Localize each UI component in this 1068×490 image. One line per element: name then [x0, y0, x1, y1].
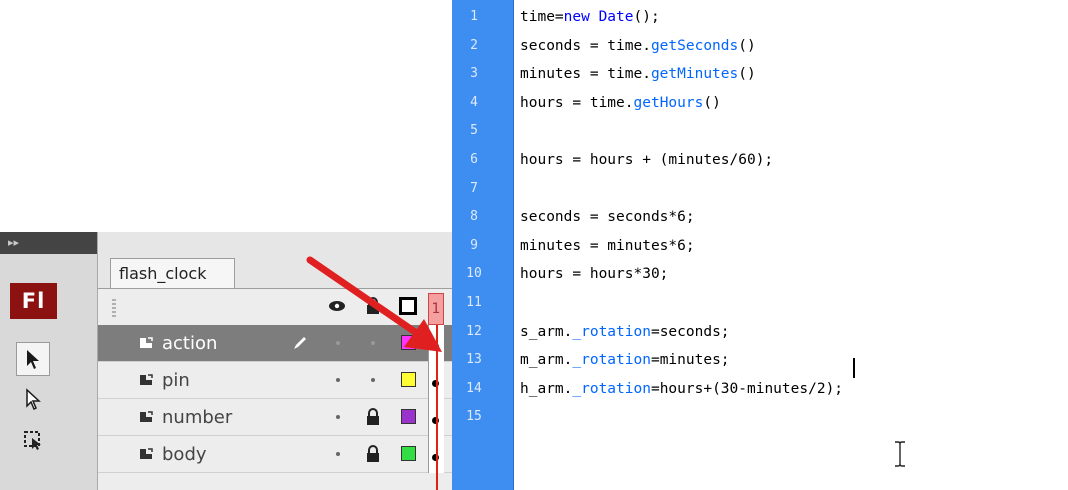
panel-grip-icon[interactable] — [112, 299, 116, 317]
tools-panel: ▸▸ Fl — [0, 232, 98, 490]
lock-dot[interactable] — [371, 378, 375, 382]
lock-icon[interactable] — [366, 408, 380, 426]
code-line[interactable]: minutes = time.getMinutes() — [520, 66, 756, 82]
red-arrow-annotation — [306, 256, 442, 352]
layer-color-swatch[interactable] — [401, 446, 416, 461]
line-number: 4 — [470, 94, 478, 110]
tools-panel-header[interactable]: ▸▸ — [0, 232, 97, 254]
code-line[interactable]: time=new Date(); — [520, 9, 660, 25]
line-number: 5 — [470, 123, 478, 139]
line-number: 12 — [466, 323, 482, 339]
free-transform-icon — [24, 431, 41, 450]
code-line[interactable]: seconds = time.getSeconds() — [520, 38, 756, 54]
ibeam-cursor-icon — [895, 441, 905, 467]
code-text: s_arm. — [520, 323, 573, 340]
code-text: =minutes; — [650, 352, 730, 369]
line-number: 15 — [466, 409, 482, 425]
layer-icon — [140, 374, 153, 385]
code-text: hours = time. — [520, 94, 634, 111]
layer-color-swatch[interactable] — [401, 372, 416, 387]
code-text: time= — [520, 9, 564, 25]
visibility-dot[interactable] — [336, 378, 340, 382]
layer-row-pin[interactable]: pin — [98, 362, 452, 399]
code-property: _rotation — [572, 352, 651, 369]
text-caret — [853, 358, 855, 378]
code-property: getSeconds — [650, 37, 739, 54]
code-property: _rotation — [572, 323, 651, 340]
selection-arrow-icon — [27, 350, 39, 369]
lock-icon[interactable] — [366, 445, 380, 463]
code-text: minutes = minutes*6; — [520, 237, 695, 254]
code-line[interactable]: hours = time.getHours() — [520, 95, 721, 111]
code-text: seconds = time. — [520, 37, 651, 54]
code-text: =hours+(30-minutes/2); — [650, 380, 844, 397]
code-text: h_arm. — [520, 380, 573, 397]
layer-color-swatch[interactable] — [401, 409, 416, 424]
code-property: getHours — [633, 94, 704, 111]
selection-tool-button[interactable] — [16, 342, 50, 376]
visibility-dot[interactable] — [336, 452, 340, 456]
code-text: hours = hours*30; — [520, 266, 669, 283]
code-text: hours = hours + (minutes/60); — [520, 152, 774, 168]
layer-icon — [140, 337, 153, 348]
code-keyword: new Date — [563, 9, 634, 25]
free-transform-tool-button[interactable] — [16, 422, 50, 456]
line-number: 10 — [466, 266, 482, 282]
subselection-tool-button[interactable] — [16, 382, 50, 416]
code-text: (); — [633, 9, 660, 25]
line-number: 3 — [470, 66, 478, 82]
layer-icon — [140, 411, 153, 422]
layer-name[interactable]: body — [162, 436, 207, 473]
layer-name[interactable]: action — [162, 325, 217, 362]
code-property: getMinutes — [650, 66, 739, 83]
layer-name[interactable]: number — [162, 399, 232, 436]
code-property: _rotation — [572, 380, 651, 397]
line-number: 8 — [470, 209, 478, 225]
code-line[interactable]: m_arm._rotation=minutes; — [520, 352, 730, 368]
code-line[interactable]: s_arm._rotation=seconds; — [520, 324, 730, 340]
line-number: 6 — [470, 152, 478, 167]
code-text: =seconds; — [650, 323, 730, 340]
tab-flash-clock[interactable]: flash_clock — [110, 258, 235, 288]
line-number: 13 — [466, 352, 482, 368]
code-text: () — [738, 37, 756, 54]
code-text: minutes = time. — [520, 66, 651, 83]
actions-code-editor[interactable]: 1 2 3 4 5 6 7 8 9 10 11 12 13 14 15 time=new Date(); se… — [452, 0, 1068, 490]
layer-name[interactable]: pin — [162, 362, 190, 399]
code-line[interactable]: minutes = minutes*6; — [520, 238, 695, 254]
layer-icon — [140, 448, 153, 459]
code-text: seconds = seconds*6; — [520, 209, 695, 226]
layer-row-number[interactable]: number — [98, 399, 452, 436]
line-number: 14 — [466, 380, 482, 396]
flash-logo: Fl — [10, 283, 57, 319]
code-text: m_arm. — [520, 352, 573, 369]
line-number-gutter: 1 2 3 4 5 6 7 8 9 10 11 12 13 14 15 — [452, 0, 514, 490]
line-number: 1 — [470, 9, 478, 24]
line-number: 2 — [470, 37, 478, 53]
code-text: () — [738, 66, 756, 83]
code-line[interactable]: hours = hours*30; — [520, 266, 668, 282]
line-number: 11 — [466, 295, 482, 310]
line-number: 7 — [470, 180, 478, 196]
subselection-arrow-icon — [26, 388, 41, 410]
line-number: 9 — [470, 237, 478, 253]
code-line[interactable]: hours = hours + (minutes/60); — [520, 152, 773, 168]
code-line[interactable]: seconds = seconds*6; — [520, 209, 695, 225]
layer-row-body[interactable]: body — [98, 436, 452, 473]
code-text: () — [703, 94, 721, 111]
code-line[interactable]: h_arm._rotation=hours+(30-minutes/2); — [520, 381, 843, 397]
visibility-dot[interactable] — [336, 415, 340, 419]
